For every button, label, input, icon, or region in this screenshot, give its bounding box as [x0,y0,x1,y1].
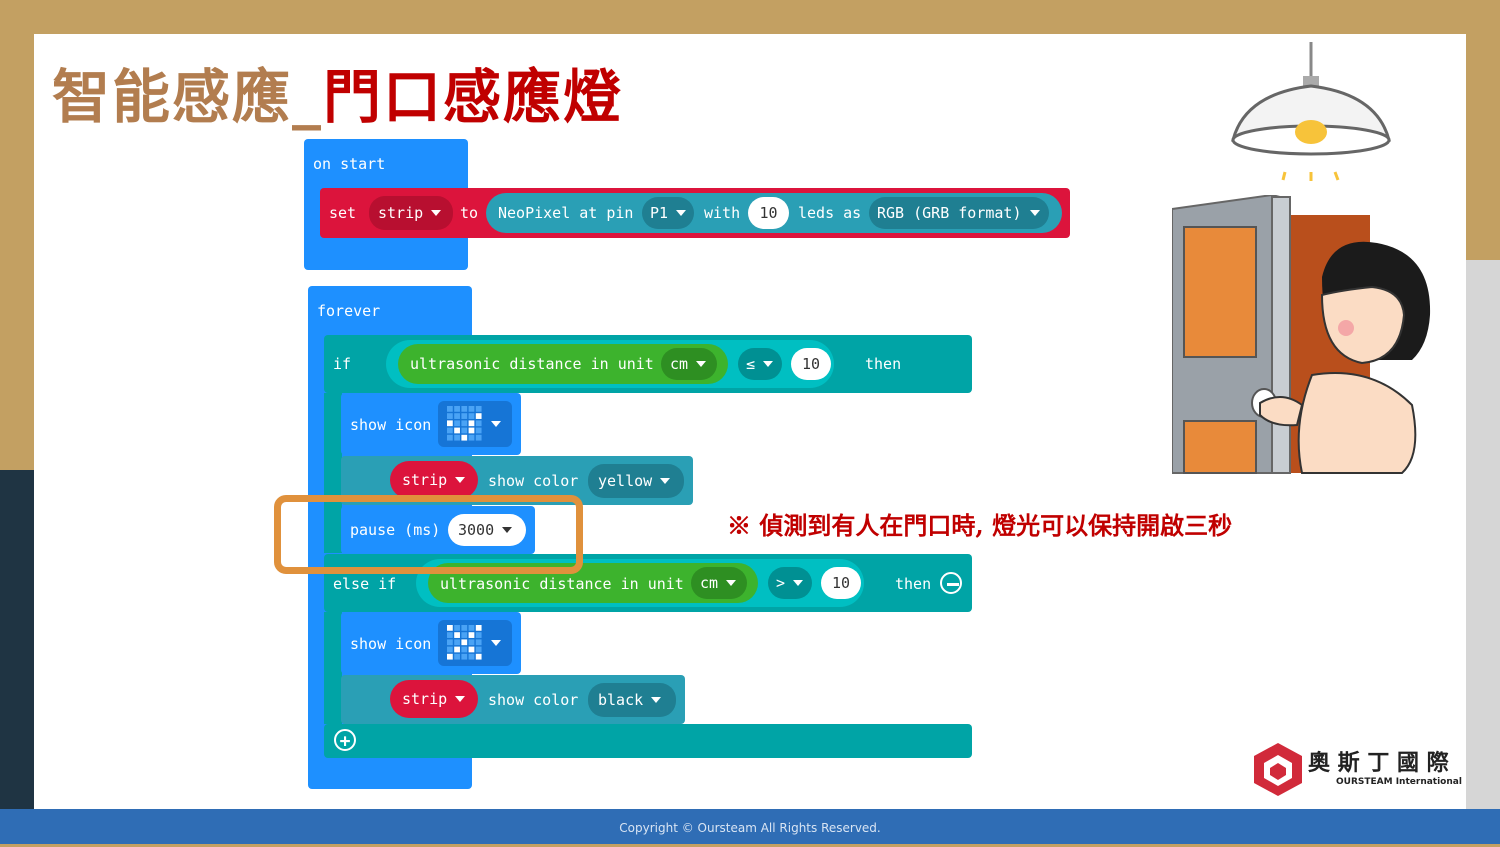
title-part-brown: 智能感應_ [52,63,324,131]
dropdown-arrow-icon [696,361,707,367]
explanation-note: ※ 偵測到有人在門口時, 燈光可以保持開啟三秒 [727,511,1233,540]
page-title: 智能感應_門口感應燈 [52,50,623,134]
then-label-1: then [865,355,902,373]
to-label: to [460,204,479,222]
dropdown-arrow-icon [491,421,501,427]
mode-dropdown[interactable]: RGB (GRB format) [869,197,1049,229]
operator-text-1: ≤ [746,355,756,373]
ultrasonic-label-1: ultrasonic distance in unit [410,355,654,373]
pause-highlight-box [274,495,583,574]
led-grid-x-icon [447,625,482,660]
dropdown-arrow-icon [1029,210,1040,216]
title-part-red: 門口感應燈 [323,63,624,131]
logo-english-text: OURSTEAM International [1336,777,1462,787]
dropdown-arrow-icon [726,580,737,586]
add-branch-icon[interactable]: + [334,729,356,752]
led-count-input[interactable]: 10 [748,197,789,229]
dropdown-arrow-icon [455,696,466,702]
show-icon-label-2: show icon [350,635,432,653]
strip-var-pill-2[interactable]: strip [390,680,478,718]
footer-bar: Copyright © Oursteam All Rights Reserved… [0,809,1500,844]
dropdown-arrow-icon [793,580,804,586]
threshold-input-2[interactable]: 10 [821,567,861,599]
cube-logo-icon [1254,743,1302,796]
dropdown-arrow-icon [660,478,671,484]
strip-text-2: strip [402,690,448,708]
dropdown-arrow-icon [763,361,774,367]
copyright-text: Copyright © Oursteam All Rights Reserved… [619,821,881,835]
ceiling-lamp-illustration [1231,42,1391,181]
icon-dropdown-1[interactable] [438,401,512,447]
leds-as-label: leds as [798,204,862,222]
if-block-footer[interactable] [324,724,972,758]
if-label: if [333,355,352,373]
color-dropdown-1[interactable]: yellow [588,464,684,498]
dropdown-arrow-icon [676,210,687,216]
color-dropdown-2[interactable]: black [588,683,676,717]
unit-text-1: cm [670,355,689,373]
else-if-label: else if [333,575,397,593]
set-label: set [329,204,357,222]
unit-text-2: cm [700,574,719,592]
strip-variable-text: strip [378,204,424,222]
forever-label: forever [317,302,381,320]
led-grid-icon [447,406,482,441]
operator-text-2: > [776,574,786,592]
then-label-2: then [895,575,932,593]
unit-dropdown-2[interactable]: cm [691,567,747,599]
color-text-1: yellow [598,472,653,490]
logo-chinese-text: 奧 斯 丁 國 際 [1308,751,1449,776]
with-label: with [704,204,741,222]
threshold-input-1[interactable]: 10 [791,348,831,380]
company-logo: 奧 斯 丁 國 際 OURSTEAM International [1252,741,1466,797]
else-if-spine [324,612,342,724]
pin-text: P1 [650,204,669,222]
dropdown-arrow-icon [491,640,501,646]
strip-var-pill-1[interactable]: strip [390,461,478,499]
mode-text: RGB (GRB format) [877,204,1022,222]
neopixel-label: NeoPixel at pin [498,204,634,222]
dropdown-arrow-icon [455,477,466,483]
operator-dropdown-2[interactable]: > [768,567,812,599]
show-color-label-2: show color [488,691,579,709]
strip-text-1: strip [402,471,448,489]
dropdown-arrow-icon [431,210,442,216]
operator-dropdown-1[interactable]: ≤ [738,348,782,380]
unit-dropdown-1[interactable]: cm [661,348,717,380]
show-color-label-1: show color [488,472,579,490]
pin-dropdown[interactable]: P1 [642,197,694,229]
color-text-2: black [598,691,644,709]
show-icon-label-1: show icon [350,416,432,434]
strip-variable-dropdown[interactable]: strip [369,196,453,230]
icon-dropdown-2[interactable] [438,620,512,666]
door-boy-illustration [1172,195,1431,474]
dropdown-arrow-icon [651,697,662,703]
ultrasonic-label-2: ultrasonic distance in unit [440,575,684,593]
on-start-label: on start [313,155,386,173]
remove-branch-icon[interactable] [940,572,962,594]
